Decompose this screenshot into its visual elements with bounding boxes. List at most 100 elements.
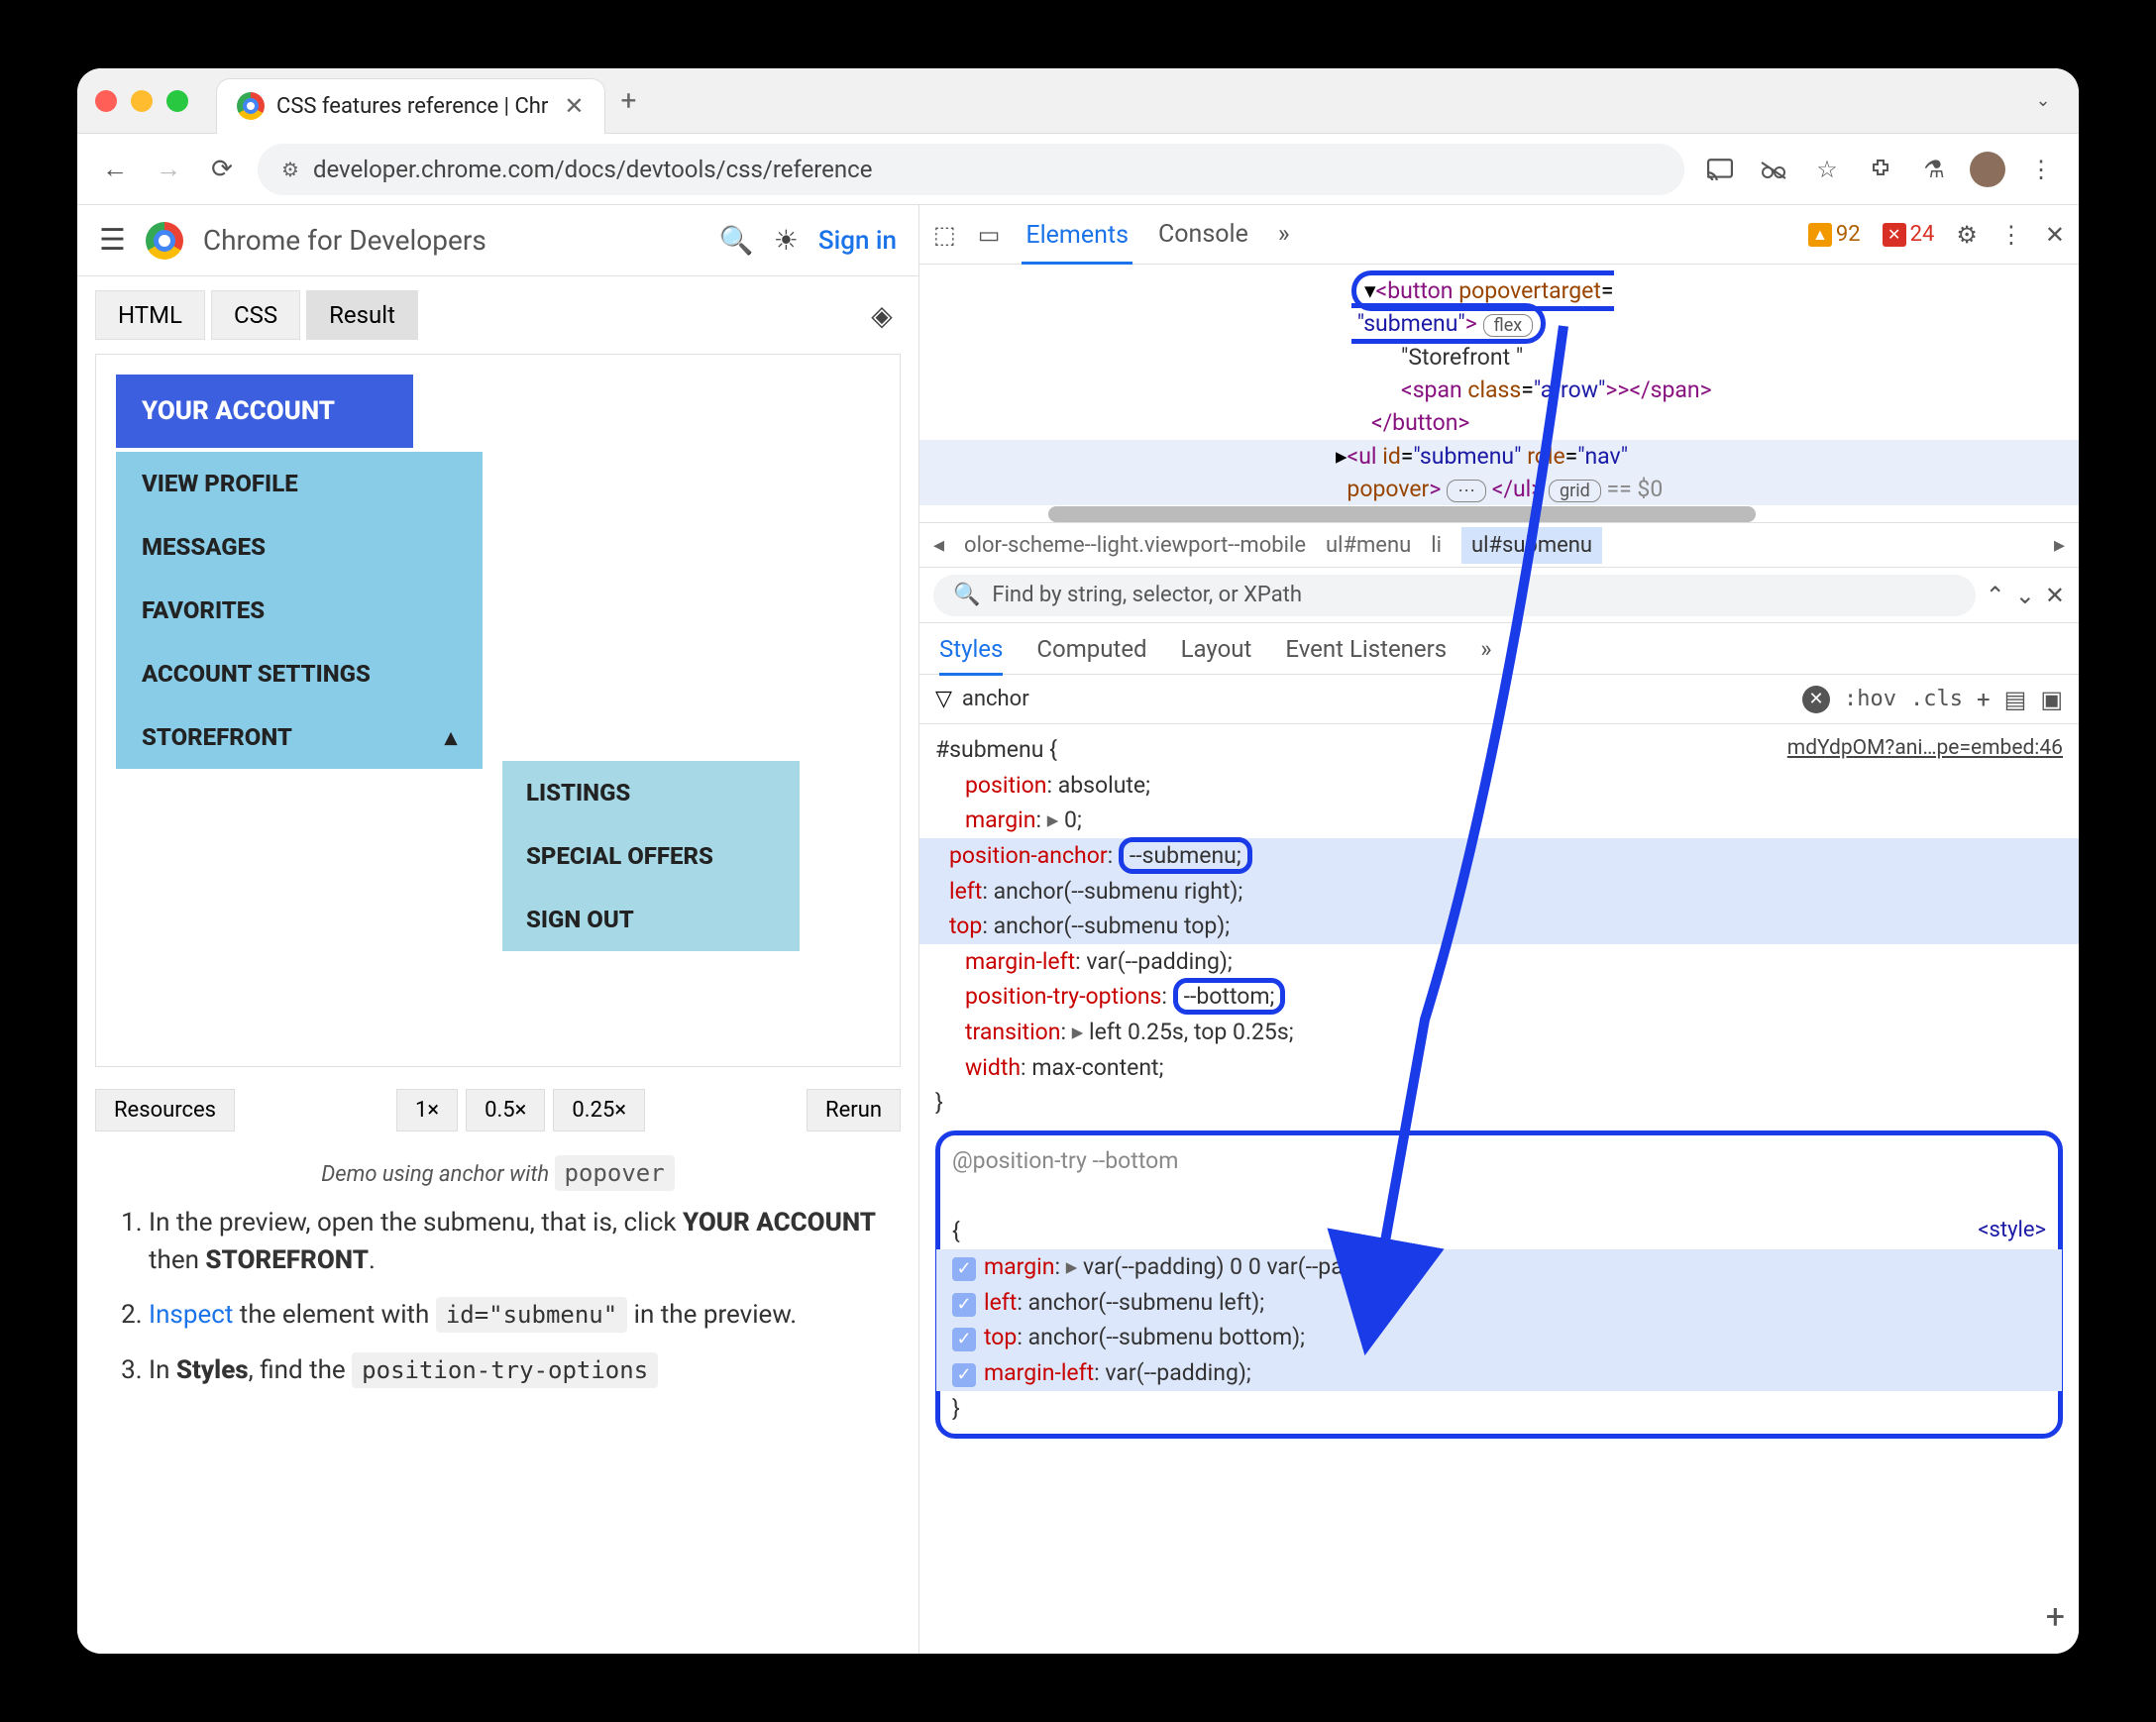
- tab-event-listeners[interactable]: Event Listeners: [1285, 635, 1447, 663]
- tab-more[interactable]: »: [1274, 220, 1294, 249]
- menu-item-account-settings[interactable]: ACCOUNT SETTINGS: [116, 642, 483, 705]
- content-split: ☰ Chrome for Developers 🔍 ☀ Sign in HTML…: [77, 205, 2079, 1654]
- search-icon: 🔍: [953, 583, 980, 607]
- position-try-block: @position-try --bottom <style> { ✓margin…: [935, 1130, 2063, 1439]
- menu-item-favorites[interactable]: FAVORITES: [116, 579, 483, 642]
- address-bar[interactable]: ⚙ developer.chrome.com/docs/devtools/css…: [258, 144, 1684, 195]
- tab-computed[interactable]: Computed: [1036, 635, 1146, 663]
- close-find-icon[interactable]: ✕: [2045, 582, 2065, 609]
- close-window-icon[interactable]: [95, 90, 117, 112]
- checkbox-icon[interactable]: ✓: [952, 1363, 976, 1387]
- clear-filter-icon[interactable]: ✕: [1802, 686, 1830, 713]
- breadcrumb[interactable]: ◂ olor-scheme--light.viewport--mobile ul…: [919, 522, 2079, 568]
- find-bar: 🔍 Find by string, selector, or XPath ⌃ ⌄…: [919, 568, 2079, 623]
- new-tab-button[interactable]: +: [621, 84, 637, 117]
- step-1: In the preview, open the submenu, that i…: [149, 1205, 887, 1279]
- inspect-link[interactable]: Inspect: [149, 1300, 233, 1330]
- box-model-icon[interactable]: ▣: [2040, 686, 2063, 713]
- menu-item-messages[interactable]: MESSAGES: [116, 515, 483, 579]
- account-menu: VIEW PROFILE MESSAGES FAVORITES ACCOUNT …: [116, 452, 483, 769]
- rerun-button[interactable]: Rerun: [807, 1089, 901, 1131]
- kebab-menu-icon[interactable]: ⋮: [2023, 152, 2059, 187]
- style-source[interactable]: <style>: [1978, 1214, 2046, 1247]
- figure-caption: Demo using anchor with popover: [109, 1159, 887, 1187]
- url-text: developer.chrome.com/docs/devtools/css/r…: [313, 156, 873, 183]
- tab-styles[interactable]: Styles: [939, 635, 1003, 676]
- site-settings-icon[interactable]: ⚙: [281, 158, 299, 181]
- tab-css[interactable]: CSS: [211, 290, 300, 340]
- warning-count[interactable]: ▲92: [1808, 222, 1861, 247]
- cls-button[interactable]: .cls: [1910, 687, 1963, 711]
- zoom-0-5x[interactable]: 0.5×: [466, 1089, 545, 1131]
- search-icon[interactable]: 🔍: [719, 224, 754, 257]
- gear-icon[interactable]: ⚙: [1956, 221, 1978, 249]
- add-property-icon[interactable]: +: [2046, 1591, 2065, 1644]
- inspect-icon[interactable]: ⬚: [933, 221, 956, 249]
- chevron-down-icon[interactable]: ⌄: [2025, 83, 2061, 119]
- preview-pane: YOUR ACCOUNT VIEW PROFILE MESSAGES FAVOR…: [95, 354, 901, 1067]
- find-next-icon[interactable]: ⌄: [2015, 582, 2035, 609]
- styles-pane[interactable]: mdYdpOM?ani…pe=embed:46 #submenu { posit…: [919, 724, 2079, 1654]
- cast-icon[interactable]: [1702, 152, 1738, 187]
- storefront-submenu: LISTINGS SPECIAL OFFERS SIGN OUT: [502, 761, 800, 951]
- find-prev-icon[interactable]: ⌃: [1986, 582, 2005, 609]
- chevron-right-icon[interactable]: ▸: [2054, 533, 2065, 558]
- checkbox-icon[interactable]: ✓: [952, 1257, 976, 1281]
- flex-badge[interactable]: flex: [1483, 314, 1534, 337]
- expand-dots-icon[interactable]: ⋯: [1447, 480, 1486, 502]
- chevron-left-icon[interactable]: ◂: [933, 533, 944, 558]
- tab-console[interactable]: Console: [1154, 220, 1252, 249]
- dom-tree[interactable]: ▾<button popovertarget= "submenu"> flex …: [919, 265, 2079, 522]
- filter-input[interactable]: ▽ anchor: [935, 687, 1788, 711]
- error-icon: ✕: [1883, 223, 1906, 247]
- checkbox-icon[interactable]: ✓: [952, 1328, 976, 1351]
- styles-tabs: Styles Computed Layout Event Listeners »: [919, 623, 2079, 675]
- close-tab-icon[interactable]: ✕: [564, 92, 584, 120]
- hov-button[interactable]: :hov: [1844, 687, 1896, 711]
- browser-tab[interactable]: CSS features reference | Chr ✕: [216, 78, 605, 134]
- profile-avatar[interactable]: [1970, 152, 2005, 187]
- tab-elements[interactable]: Elements: [1022, 221, 1132, 265]
- incognito-off-icon[interactable]: [1756, 152, 1791, 187]
- dom-scrollbar[interactable]: [1048, 506, 2059, 522]
- menu-item-storefront[interactable]: STOREFRONT▴: [116, 705, 483, 769]
- submenu-item-special-offers[interactable]: SPECIAL OFFERS: [502, 824, 800, 888]
- extensions-icon[interactable]: [1863, 152, 1898, 187]
- computed-toggle-icon[interactable]: ▤: [2004, 686, 2027, 713]
- grid-badge[interactable]: grid: [1549, 480, 1601, 502]
- close-devtools-icon[interactable]: ✕: [2045, 221, 2065, 249]
- tab-result[interactable]: Result: [306, 290, 418, 340]
- resources-button[interactable]: Resources: [95, 1089, 235, 1131]
- reload-button[interactable]: ⟳: [204, 152, 240, 187]
- arrow-up-icon: ▴: [445, 723, 457, 751]
- minimize-window-icon[interactable]: [131, 90, 153, 112]
- warning-icon: ▲: [1808, 223, 1832, 247]
- menu-item-view-profile[interactable]: VIEW PROFILE: [116, 452, 483, 515]
- your-account-button[interactable]: YOUR ACCOUNT: [116, 375, 413, 448]
- forward-button[interactable]: →: [151, 152, 186, 187]
- article-body: Demo using anchor with popover In the pr…: [77, 1139, 918, 1418]
- maximize-window-icon[interactable]: [166, 90, 188, 112]
- submenu-item-listings[interactable]: LISTINGS: [502, 761, 800, 824]
- kebab-icon[interactable]: ⋮: [1999, 221, 2023, 249]
- submenu-item-sign-out[interactable]: SIGN OUT: [502, 888, 800, 951]
- codepen-icon[interactable]: ◈: [863, 296, 901, 334]
- tab-styles-more[interactable]: »: [1480, 635, 1491, 663]
- tab-layout[interactable]: Layout: [1181, 635, 1252, 663]
- sign-in-link[interactable]: Sign in: [818, 226, 897, 256]
- find-input[interactable]: 🔍 Find by string, selector, or XPath: [933, 575, 1976, 616]
- titlebar: CSS features reference | Chr ✕ + ⌄: [77, 68, 2079, 134]
- device-toolbar-icon[interactable]: ▭: [978, 221, 1001, 249]
- theme-toggle-icon[interactable]: ☀: [774, 224, 799, 257]
- error-count[interactable]: ✕24: [1883, 222, 1935, 247]
- source-link[interactable]: mdYdpOM?ani…pe=embed:46: [1787, 732, 2063, 765]
- tab-html[interactable]: HTML: [95, 290, 205, 340]
- new-rule-icon[interactable]: +: [1977, 686, 1991, 713]
- bookmark-star-icon[interactable]: ☆: [1809, 152, 1845, 187]
- zoom-1x[interactable]: 1×: [396, 1089, 458, 1131]
- back-button[interactable]: ←: [97, 152, 133, 187]
- hamburger-icon[interactable]: ☰: [99, 223, 126, 258]
- experiments-icon[interactable]: ⚗: [1916, 152, 1952, 187]
- zoom-0-25x[interactable]: 0.25×: [553, 1089, 645, 1131]
- checkbox-icon[interactable]: ✓: [952, 1293, 976, 1317]
